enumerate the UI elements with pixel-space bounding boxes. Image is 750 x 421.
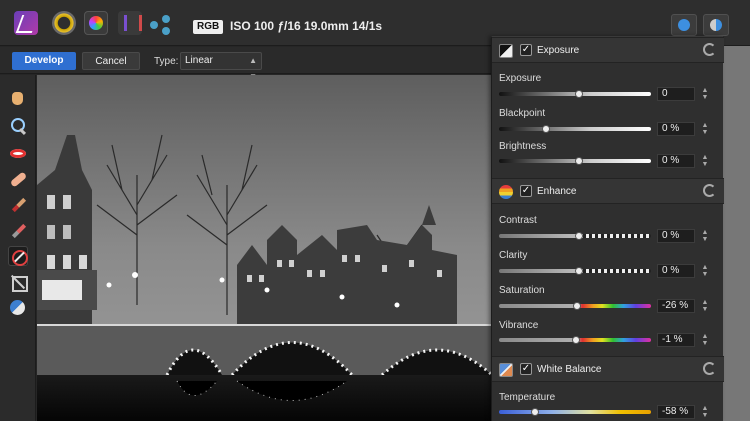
red-eye-icon[interactable] (8, 143, 28, 163)
hand-icon[interactable] (8, 89, 28, 109)
zoom-icon[interactable] (8, 116, 28, 136)
blackpoint-value[interactable]: 0 % (657, 122, 695, 136)
exposure-checkbox[interactable]: ✓ (520, 44, 532, 56)
liquify-icon[interactable] (52, 11, 76, 35)
export-icon[interactable] (148, 11, 172, 35)
contrast-slider-knob[interactable] (575, 232, 583, 240)
vibrance-stepper[interactable]: ▲ ▼ (700, 333, 710, 347)
brightness-stepper[interactable]: ▲ ▼ (700, 154, 710, 168)
affinity-photo-icon[interactable] (14, 11, 38, 35)
overlay-paint-icon[interactable] (8, 195, 28, 215)
clarity-slider-knob[interactable] (575, 267, 583, 275)
overlay-gradient-icon[interactable] (8, 246, 28, 266)
contrast-value[interactable]: 0 % (657, 229, 695, 243)
blackpoint-label: Blackpoint (499, 108, 546, 119)
blackpoint-slider-knob[interactable] (542, 125, 550, 133)
color-mode-badge: RGB (193, 20, 224, 34)
cancel-button[interactable]: Cancel (82, 52, 140, 70)
exif-info: ISO 100 ƒ/16 19.0mm 14/1s (230, 19, 383, 33)
crop-icon[interactable] (8, 272, 28, 292)
reset-icon[interactable] (703, 362, 716, 375)
split-view-icon[interactable] (703, 14, 729, 36)
contrast-label: Contrast (499, 215, 537, 226)
clarity-stepper[interactable]: ▲ ▼ (700, 264, 710, 278)
saturation-slider-knob[interactable] (573, 302, 581, 310)
brightness-label: Brightness (499, 141, 547, 152)
saturation-stepper[interactable]: ▲ ▼ (700, 299, 710, 313)
temperature-slider[interactable] (499, 410, 651, 414)
vibrance-label: Vibrance (499, 320, 539, 331)
develop-button[interactable]: Develop (12, 52, 76, 70)
adjustments-panel: ✓ Exposure Exposure 0 ▲ ▼ Blackpoint 0 % … (491, 36, 724, 421)
blemish-removal-icon[interactable] (8, 169, 28, 189)
white-balance-section-header[interactable]: ✓ White Balance (492, 356, 724, 382)
exposure-label: Exposure (499, 73, 542, 84)
enhance-section-header[interactable]: ✓ Enhance (492, 178, 724, 204)
temperature-label: Temperature (499, 392, 556, 403)
exposure-value[interactable]: 0 (657, 87, 695, 101)
clarity-label: Clarity (499, 250, 528, 261)
brightness-slider-knob[interactable] (575, 157, 583, 165)
vibrance-value[interactable]: -1 % (657, 333, 695, 347)
blackpoint-slider[interactable] (499, 127, 651, 131)
type-select[interactable]: Linear ▲▼ (180, 52, 262, 81)
photo-image (37, 75, 492, 421)
tone-mapping-icon[interactable] (118, 11, 142, 35)
reset-icon[interactable] (703, 43, 716, 56)
brightness-value[interactable]: 0 % (657, 154, 695, 168)
saturation-value[interactable]: -26 % (657, 299, 695, 313)
photo-canvas[interactable] (37, 75, 492, 421)
enhance-checkbox[interactable]: ✓ (520, 185, 532, 197)
white-balance-title: White Balance (537, 364, 602, 375)
temperature-stepper[interactable]: ▲ ▼ (700, 405, 710, 419)
saturation-label: Saturation (499, 285, 545, 296)
temperature-value[interactable]: -58 % (657, 405, 695, 419)
exposure-stepper[interactable]: ▲ ▼ (700, 87, 710, 101)
develop-icon[interactable] (84, 11, 108, 35)
temperature-slider-knob[interactable] (531, 408, 539, 416)
reset-icon[interactable] (703, 184, 716, 197)
white-balance-checkbox[interactable]: ✓ (520, 363, 532, 375)
type-label: Type: (154, 56, 179, 67)
exposure-slider-knob[interactable] (575, 90, 583, 98)
tools-panel (0, 75, 36, 421)
type-select-value: Linear (185, 55, 213, 66)
exposure-icon (499, 44, 513, 58)
white-balance-icon (499, 363, 513, 377)
affinity-photo-window: RGB ISO 100 ƒ/16 19.0mm 14/1s Develop Ca… (0, 0, 750, 421)
white-balance-icon[interactable] (8, 298, 28, 318)
exposure-section-header[interactable]: ✓ Exposure (492, 37, 724, 63)
vibrance-slider-knob[interactable] (572, 336, 580, 344)
photo-edge (723, 46, 750, 421)
clarity-value[interactable]: 0 % (657, 264, 695, 278)
enhance-icon (499, 185, 513, 199)
overlay-erase-icon[interactable] (8, 221, 28, 241)
exposure-title: Exposure (537, 45, 580, 56)
contrast-stepper[interactable]: ▲ ▼ (700, 229, 710, 243)
view-mode-icon[interactable] (671, 14, 697, 36)
blackpoint-stepper[interactable]: ▲ ▼ (700, 122, 710, 136)
enhance-title: Enhance (537, 186, 577, 197)
